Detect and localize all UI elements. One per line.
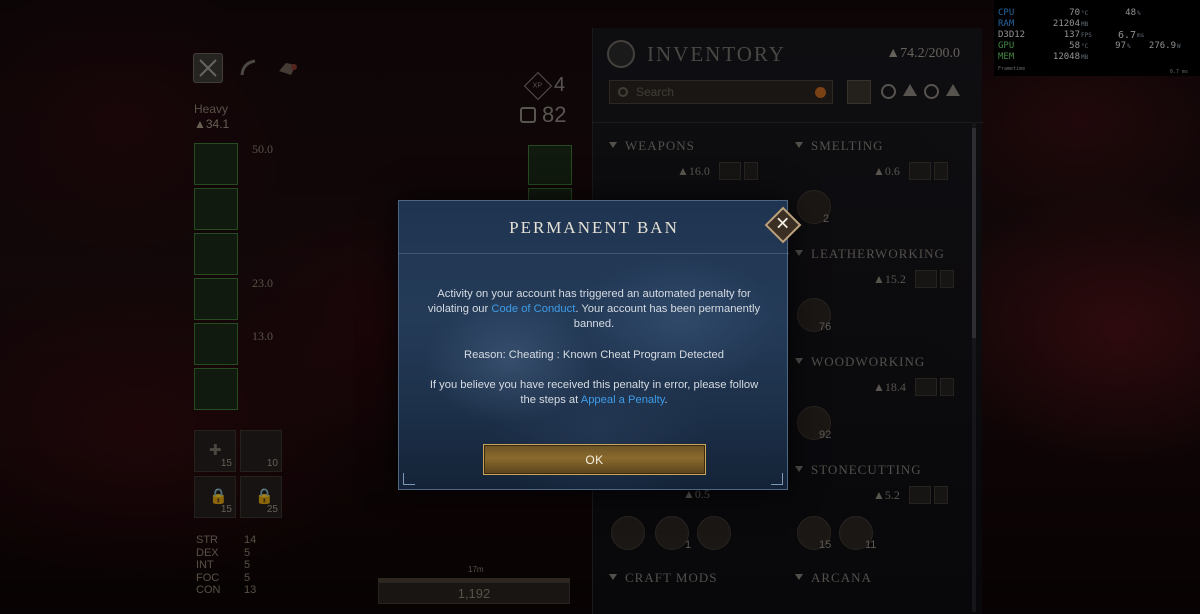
divider <box>399 253 789 254</box>
dialog-message: Activity on your account has triggered a… <box>423 287 765 408</box>
penalty-message: Activity on your account has triggered a… <box>423 287 765 333</box>
message-text: . Your account has been permanently bann… <box>573 303 761 331</box>
close-icon: ✕ <box>775 214 791 235</box>
permanent-ban-dialog: PERMANENT BAN ✕ Activity on your account… <box>398 200 802 490</box>
appeal-message: If you believe you have received this pe… <box>423 378 765 408</box>
code-of-conduct-link[interactable]: Code of Conduct <box>491 303 575 315</box>
corner-ornament <box>403 473 415 485</box>
ok-button[interactable]: OK <box>483 444 706 475</box>
message-text: . <box>664 394 668 407</box>
corner-ornament <box>771 473 783 485</box>
ban-reason: Reason: Cheating : Known Cheat Program D… <box>464 348 724 361</box>
appeal-penalty-link[interactable]: Appeal a Penalty <box>581 394 665 406</box>
dialog-title: PERMANENT BAN <box>509 218 679 237</box>
